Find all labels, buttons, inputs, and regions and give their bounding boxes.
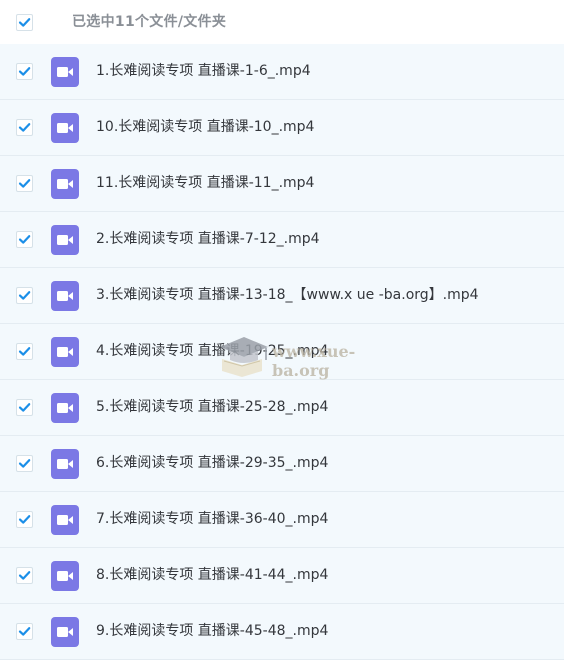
file-name[interactable]: 5.长难阅读专项 直播课-25-28_.mp4 [96, 380, 328, 435]
checkbox-checked-icon [16, 343, 33, 360]
file-name[interactable]: 3.长难阅读专项 直播课-13-18_【www.x ue -ba.org】.mp… [96, 268, 479, 323]
video-file-icon [51, 57, 79, 87]
checkbox-checked-icon [16, 567, 33, 584]
video-file-icon [51, 505, 79, 535]
selection-count-label: 已选中11个文件/文件夹 [72, 14, 227, 30]
file-name[interactable]: 4.长难阅读专项 直播课-19-25_.mp4 [96, 324, 328, 379]
file-row[interactable]: 5.长难阅读专项 直播课-25-28_.mp4 [0, 380, 564, 436]
file-row[interactable]: 8.长难阅读专项 直播课-41-44_.mp4 [0, 548, 564, 604]
video-file-icon [51, 393, 79, 423]
file-checkbox[interactable] [16, 175, 33, 192]
file-list: 1.长难阅读专项 直播课-1-6_.mp4 10.长难阅读专项 直播课-10_.m… [0, 44, 564, 660]
file-checkbox[interactable] [16, 63, 33, 80]
file-row[interactable]: 2.长难阅读专项 直播课-7-12_.mp4 [0, 212, 564, 268]
checkbox-checked-icon [16, 623, 33, 640]
video-file-icon [51, 281, 79, 311]
video-file-icon [51, 113, 79, 143]
file-row[interactable]: 6.长难阅读专项 直播课-29-35_.mp4 [0, 436, 564, 492]
video-file-icon [51, 449, 79, 479]
checkbox-checked-icon [16, 14, 33, 31]
file-name[interactable]: 8.长难阅读专项 直播课-41-44_.mp4 [96, 548, 328, 603]
select-all-checkbox[interactable] [16, 14, 33, 31]
file-name[interactable]: 1.长难阅读专项 直播课-1-6_.mp4 [96, 44, 311, 99]
file-checkbox[interactable] [16, 119, 33, 136]
video-file-icon [51, 561, 79, 591]
file-row[interactable]: 9.长难阅读专项 直播课-45-48_.mp4 [0, 604, 564, 660]
file-checkbox[interactable] [16, 399, 33, 416]
file-row[interactable]: 7.长难阅读专项 直播课-36-40_.mp4 [0, 492, 564, 548]
checkbox-checked-icon [16, 455, 33, 472]
file-name[interactable]: 7.长难阅读专项 直播课-36-40_.mp4 [96, 492, 328, 547]
checkbox-checked-icon [16, 175, 33, 192]
checkbox-checked-icon [16, 399, 33, 416]
file-row[interactable]: 4.长难阅读专项 直播课-19-25_.mp4 [0, 324, 564, 380]
file-name[interactable]: 6.长难阅读专项 直播课-29-35_.mp4 [96, 436, 328, 491]
file-name[interactable]: 10.长难阅读专项 直播课-10_.mp4 [96, 100, 314, 155]
file-row[interactable]: 1.长难阅读专项 直播课-1-6_.mp4 [0, 44, 564, 100]
file-checkbox[interactable] [16, 231, 33, 248]
video-file-icon [51, 169, 79, 199]
file-checkbox[interactable] [16, 511, 33, 528]
checkbox-checked-icon [16, 63, 33, 80]
file-list-panel: 已选中11个文件/文件夹 1.长难阅读专项 直播课-1-6_.mp4 10.长难阅… [0, 0, 564, 671]
file-checkbox[interactable] [16, 623, 33, 640]
checkbox-checked-icon [16, 119, 33, 136]
file-checkbox[interactable] [16, 287, 33, 304]
file-row[interactable]: 11.长难阅读专项 直播课-11_.mp4 [0, 156, 564, 212]
file-name[interactable]: 11.长难阅读专项 直播课-11_.mp4 [96, 156, 314, 211]
file-checkbox[interactable] [16, 567, 33, 584]
file-name[interactable]: 9.长难阅读专项 直播课-45-48_.mp4 [96, 604, 328, 659]
checkbox-checked-icon [16, 511, 33, 528]
video-file-icon [51, 617, 79, 647]
file-row[interactable]: 3.长难阅读专项 直播课-13-18_【www.x ue -ba.org】.mp… [0, 268, 564, 324]
video-file-icon [51, 225, 79, 255]
checkbox-checked-icon [16, 231, 33, 248]
checkbox-checked-icon [16, 287, 33, 304]
file-row[interactable]: 10.长难阅读专项 直播课-10_.mp4 [0, 100, 564, 156]
file-name[interactable]: 2.长难阅读专项 直播课-7-12_.mp4 [96, 212, 320, 267]
selection-header: 已选中11个文件/文件夹 [0, 0, 564, 44]
file-checkbox[interactable] [16, 455, 33, 472]
video-file-icon [51, 337, 79, 367]
file-checkbox[interactable] [16, 343, 33, 360]
